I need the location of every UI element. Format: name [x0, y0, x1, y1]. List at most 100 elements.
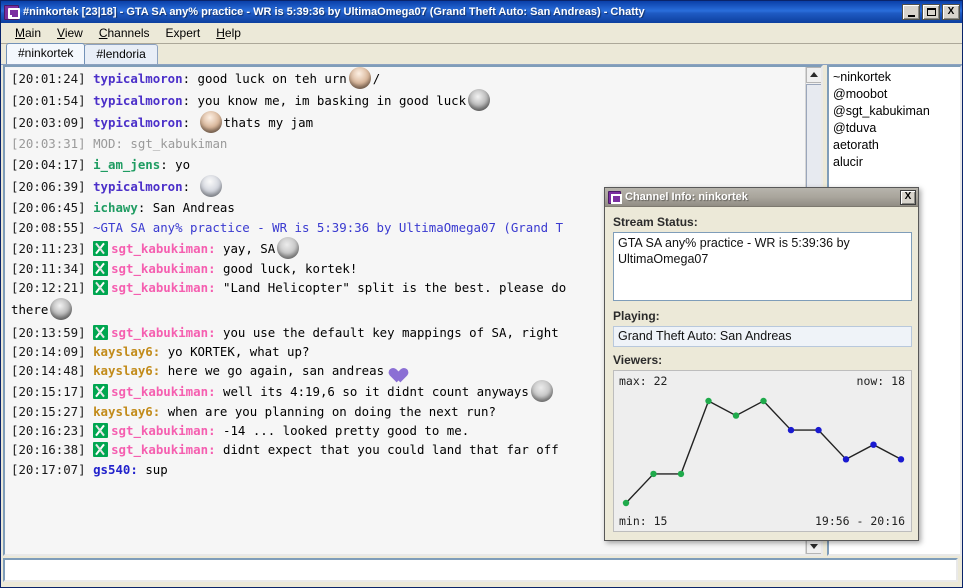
emote-icon: [468, 89, 490, 111]
chat-nick[interactable]: sgt_kabukiman: [111, 241, 208, 256]
window-titlebar: #ninkortek [23|18] - GTA SA any% practic…: [1, 1, 962, 23]
chat-nick[interactable]: i_am_jens: [93, 157, 160, 172]
chat-text: San Andreas: [153, 200, 235, 215]
chat-timestamp: [20:14:48]: [11, 363, 86, 378]
chat-nick[interactable]: sgt_kabukiman: [111, 280, 208, 295]
chat-message: [20:01:24] typicalmoron: good luck on te…: [7, 67, 805, 89]
chat-message-mod-notice: [20:03:31] MOD: sgt_kabukiman: [7, 133, 805, 154]
chat-text: sgt_kabukiman: [130, 136, 227, 151]
chat-text: good luck, kortek!: [223, 261, 357, 276]
chat-nick[interactable]: gs540: [93, 462, 130, 477]
chat-nick[interactable]: typicalmoron: [93, 179, 183, 194]
chat-nick[interactable]: sgt_kabukiman: [111, 423, 208, 438]
chat-text: didnt expect that you could land that fa…: [223, 442, 559, 457]
chart-data-point: [870, 442, 876, 448]
minimize-button[interactable]: [902, 4, 920, 20]
list-item[interactable]: ~ninkortek: [833, 69, 960, 86]
chat-timestamp: [20:04:17]: [11, 157, 86, 172]
viewers-max-label: max: 22: [619, 374, 667, 388]
chat-colon: :: [208, 423, 215, 438]
chat-colon: :: [208, 280, 215, 295]
dialog-title: Channel Info: ninkortek: [625, 191, 900, 203]
emote-icon: [349, 67, 371, 89]
chart-data-point: [788, 427, 794, 433]
chat-timestamp: [20:15:17]: [11, 384, 86, 399]
chat-message: [20:01:54] typicalmoron: you know me, im…: [7, 89, 805, 111]
chat-nick[interactable]: sgt_kabukiman: [111, 384, 208, 399]
playing-label: Playing:: [613, 309, 910, 323]
stream-status-value[interactable]: GTA SA any% practice - WR is 5:39:36 by …: [613, 232, 912, 301]
list-item[interactable]: alucir: [833, 154, 960, 171]
chat-timestamp: [20:01:54]: [11, 93, 86, 108]
menu-item-main[interactable]: Main: [7, 24, 49, 42]
list-item[interactable]: @tduva: [833, 120, 960, 137]
tab-lendoria[interactable]: #lendoria: [84, 44, 157, 64]
moderator-badge-icon: [93, 241, 108, 256]
emote-icon: [200, 111, 222, 133]
maximize-button[interactable]: [922, 4, 940, 20]
chat-nick[interactable]: sgt_kabukiman: [111, 325, 208, 340]
chat-nick[interactable]: typicalmoron: [93, 93, 183, 108]
chat-colon: :: [183, 179, 190, 194]
close-button[interactable]: X: [942, 4, 960, 20]
chart-data-point: [760, 398, 766, 404]
viewers-chart: max: 22 now: 18 min: 15 19:56 - 20:16: [613, 370, 912, 532]
chat-text: "Land Helicopter" split is the best. ple…: [223, 280, 566, 295]
chat-timestamp: [20:03:09]: [11, 115, 86, 130]
chatty-app-icon: [4, 5, 19, 20]
chat-timestamp: [20:16:38]: [11, 442, 86, 457]
chat-text: well its 4:19,6 so it didnt count anyway…: [223, 384, 529, 399]
chat-timestamp: [20:01:24]: [11, 71, 86, 86]
chat-colon: :: [153, 404, 160, 419]
list-item[interactable]: @sgt_kabukiman: [833, 103, 960, 120]
scroll-up-arrow-icon[interactable]: [806, 67, 822, 83]
chat-nick[interactable]: typicalmoron: [93, 71, 183, 86]
chart-data-point: [898, 456, 904, 462]
dialog-close-button[interactable]: X: [900, 190, 916, 205]
chatty-app-icon: [608, 191, 621, 204]
viewers-min-label: min: 15: [619, 514, 667, 528]
chat-nick[interactable]: sgt_kabukiman: [111, 442, 208, 457]
moderator-badge-icon: [93, 423, 108, 438]
chat-colon: :: [138, 200, 145, 215]
list-item[interactable]: aetorath: [833, 137, 960, 154]
viewers-label: Viewers:: [613, 353, 910, 367]
menu-item-view[interactable]: View: [49, 24, 91, 42]
chat-colon: :: [183, 71, 190, 86]
chat-nick[interactable]: kayslay6: [93, 404, 153, 419]
heart-emote-icon: [386, 362, 403, 378]
menu-item-view-label: iew: [65, 26, 83, 40]
chat-message: [20:04:17] i_am_jens: yo: [7, 154, 805, 175]
chat-timestamp: [20:15:27]: [11, 404, 86, 419]
chat-nick[interactable]: sgt_kabukiman: [111, 261, 208, 276]
menu-item-expert[interactable]: Expert: [158, 24, 209, 42]
chat-input[interactable]: [3, 558, 958, 582]
viewers-chart-svg: [614, 371, 912, 532]
viewers-now-label: now: 18: [857, 374, 905, 388]
menu-item-help-label: elp: [225, 26, 241, 40]
playing-value[interactable]: Grand Theft Auto: San Andreas: [613, 326, 912, 347]
chat-nick[interactable]: kayslay6: [93, 363, 153, 378]
chat-colon: :: [153, 344, 160, 359]
chat-colon: :: [208, 261, 215, 276]
chat-nick[interactable]: ichawy: [93, 200, 138, 215]
menu-item-help[interactable]: Help: [208, 24, 249, 42]
chat-text: you know me, im basking in good luck: [198, 93, 467, 108]
moderator-badge-icon: [93, 384, 108, 399]
user-list[interactable]: ~ninkortek @moobot @sgt_kabukiman @tduva…: [829, 67, 960, 171]
list-item[interactable]: @moobot: [833, 86, 960, 103]
chart-data-point: [843, 456, 849, 462]
chart-data-point: [733, 412, 739, 418]
emote-icon: [531, 380, 553, 402]
chat-scrollbar-thumb[interactable]: [806, 84, 822, 188]
chat-message: [20:03:09] typicalmoron: thats my jam: [7, 111, 805, 133]
menu-item-channels[interactable]: Channels: [91, 24, 158, 42]
moderator-badge-icon: [93, 442, 108, 457]
chat-timestamp: [20:12:21]: [11, 280, 86, 295]
tab-ninkortek[interactable]: #ninkortek: [6, 43, 85, 64]
chat-timestamp: [20:11:23]: [11, 241, 86, 256]
chat-nick[interactable]: typicalmoron: [93, 115, 183, 130]
moderator-badge-icon: [93, 325, 108, 340]
chat-text-wrap: there: [11, 302, 48, 317]
chat-nick[interactable]: kayslay6: [93, 344, 153, 359]
